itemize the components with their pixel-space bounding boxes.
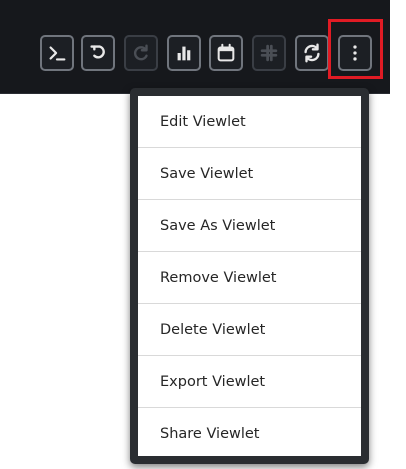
slack-button[interactable] bbox=[252, 35, 286, 71]
redo-button[interactable] bbox=[124, 35, 158, 71]
bar-chart-icon bbox=[177, 46, 191, 61]
terminal-icon bbox=[49, 46, 66, 61]
chart-button[interactable] bbox=[167, 35, 201, 71]
menu-item-save-viewlet[interactable]: Save Viewlet bbox=[138, 148, 361, 200]
menu-item-edit-viewlet[interactable]: Edit Viewlet bbox=[138, 96, 361, 148]
redo-icon bbox=[134, 44, 148, 61]
refresh-icon bbox=[304, 43, 320, 63]
slack-icon bbox=[260, 44, 278, 62]
refresh-button[interactable] bbox=[295, 35, 329, 71]
viewlet-menu: Edit Viewlet Save Viewlet Save As Viewle… bbox=[130, 88, 369, 464]
undo-button[interactable] bbox=[81, 35, 115, 71]
highlight-box bbox=[328, 19, 383, 79]
menu-item-share-viewlet[interactable]: Share Viewlet bbox=[138, 408, 361, 460]
menu-item-save-as-viewlet[interactable]: Save As Viewlet bbox=[138, 200, 361, 252]
menu-item-remove-viewlet[interactable]: Remove Viewlet bbox=[138, 252, 361, 304]
calendar-button[interactable] bbox=[209, 35, 243, 71]
menu-item-export-viewlet[interactable]: Export Viewlet bbox=[138, 356, 361, 408]
menu-item-delete-viewlet[interactable]: Delete Viewlet bbox=[138, 304, 361, 356]
calendar-icon bbox=[217, 43, 235, 62]
terminal-button[interactable] bbox=[40, 35, 74, 71]
undo-icon bbox=[90, 45, 105, 59]
